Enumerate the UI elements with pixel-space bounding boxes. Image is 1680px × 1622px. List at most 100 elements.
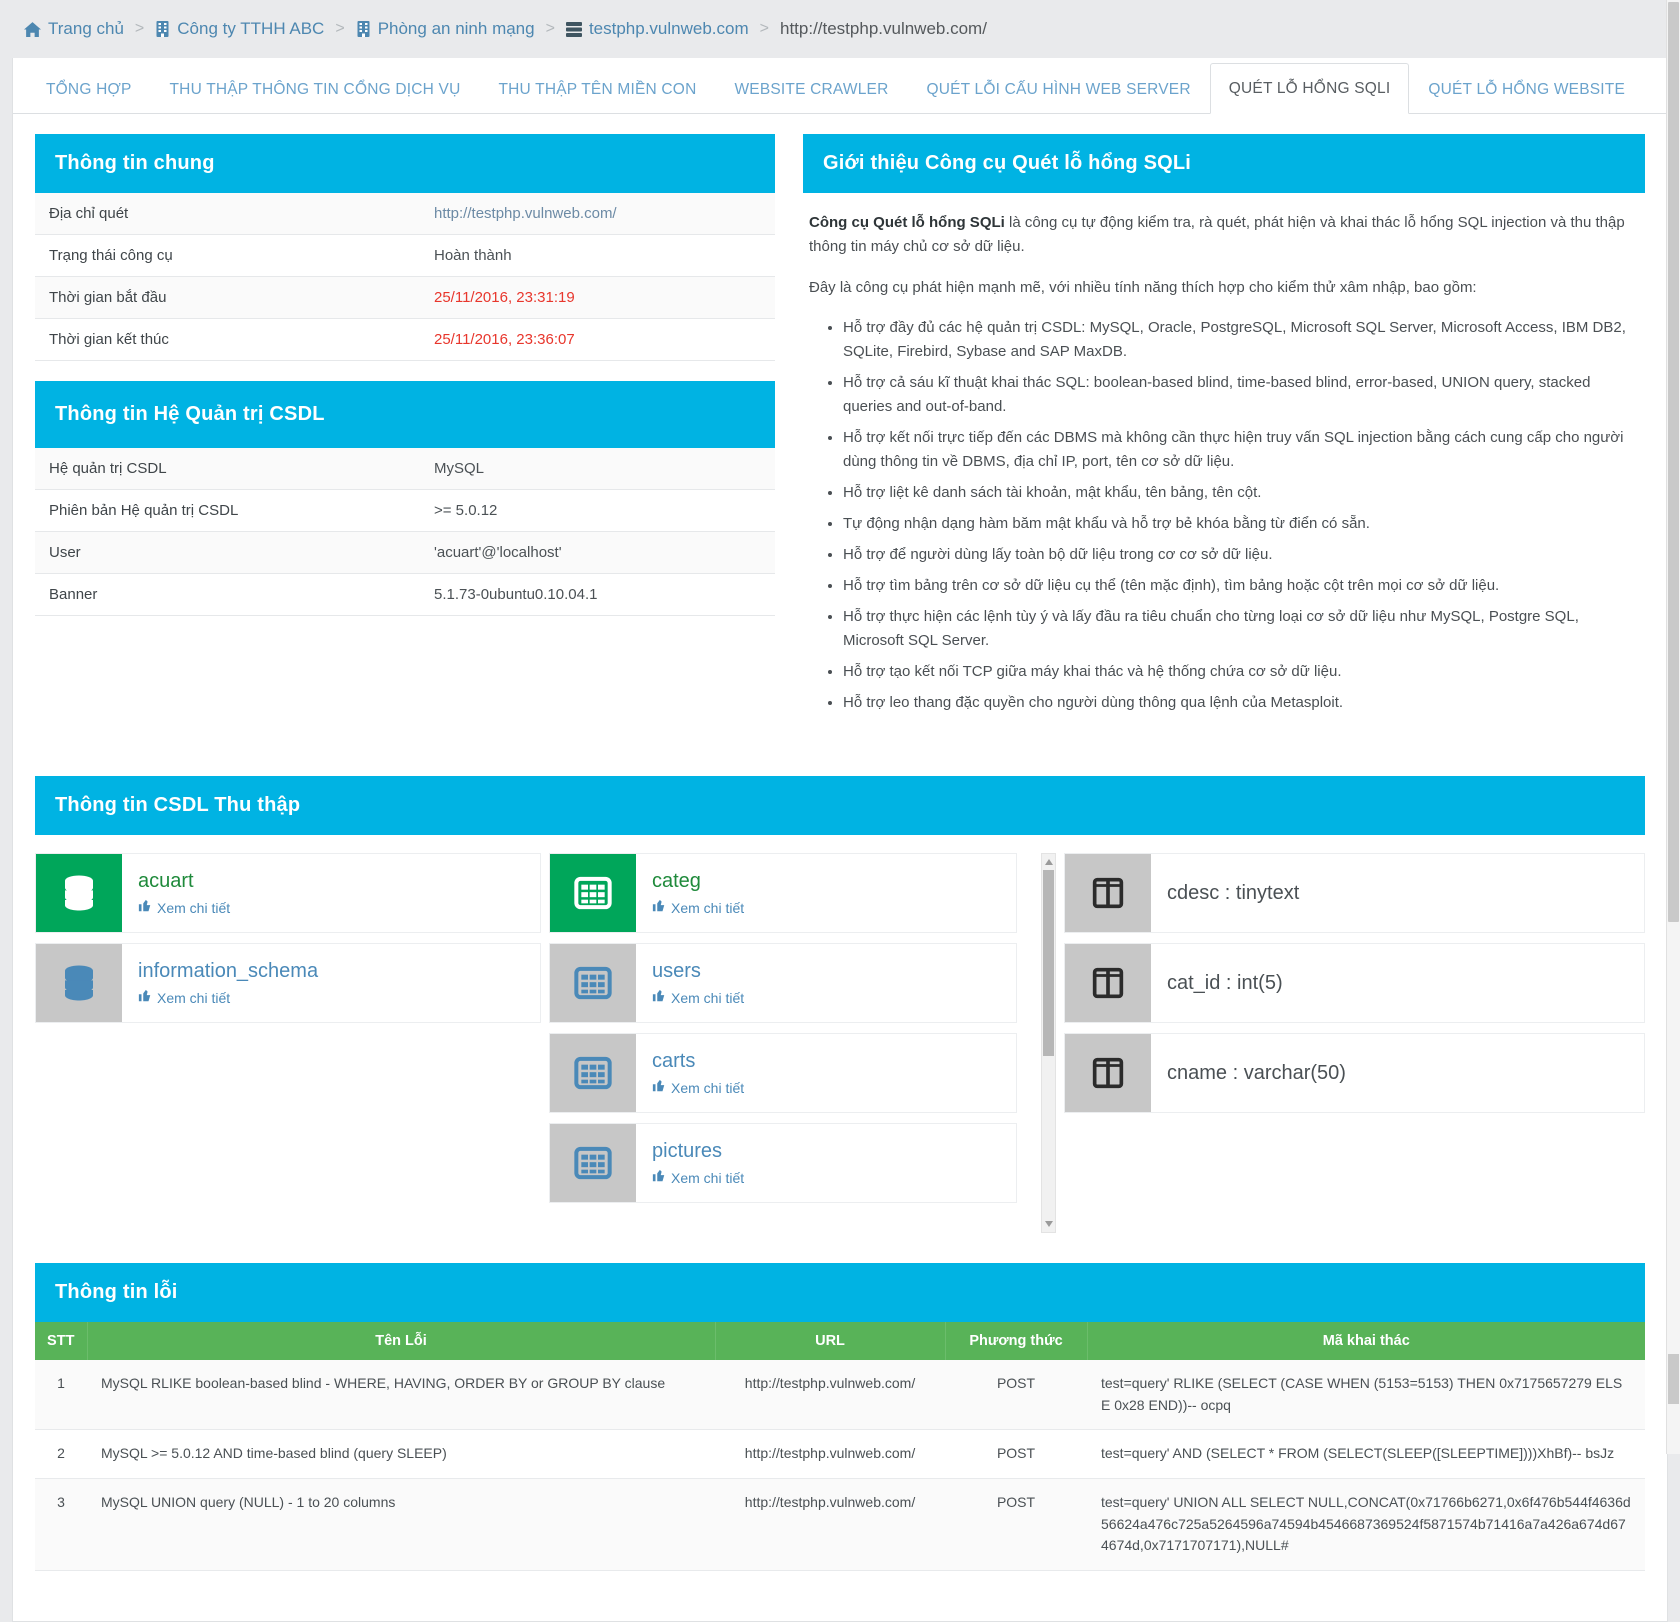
tab-quet-lo-hong-website[interactable]: QUÉT LỖ HỔNG WEBSITE [1409, 64, 1644, 114]
column-icon [1065, 1033, 1151, 1112]
breadcrumb-separator: > [759, 20, 769, 37]
general-key-status: Trạng thái công cụ [49, 247, 173, 264]
breadcrumb-label-department: Phòng an ninh mạng [377, 19, 535, 38]
column-name: cat_id : int(5) [1167, 971, 1283, 994]
list-item: Hỗ trợ để người dùng lấy toàn bộ dữ liệu… [843, 543, 1641, 567]
column-list-scrollbar[interactable] [1041, 852, 1056, 1233]
column-card-cat-id[interactable]: cat_id : int(5) [1064, 942, 1645, 1023]
table-detail-label: Xem chi tiết [671, 989, 745, 1006]
general-value-end-time: 25/11/2016, 23:36:07 [434, 331, 575, 348]
page-scrollbar-thumb[interactable] [1668, 2, 1679, 922]
breadcrumb-item-department[interactable]: Phòng an ninh mạng [356, 19, 535, 39]
general-key-end-time: Thời gian kết thúc [49, 331, 169, 348]
list-item: Hỗ trợ tạo kết nối TCP giữa máy khai thá… [843, 660, 1641, 684]
column-card-cdesc[interactable]: cdesc : tinytext [1064, 852, 1645, 933]
page-scrollbar[interactable] [1666, 0, 1680, 1454]
database-list: acuart Xem chi tiết information_schema X… [35, 852, 541, 1233]
errors-header-method: Phương thức [945, 1321, 1088, 1360]
column-icon [1065, 943, 1151, 1022]
error-name: MySQL UNION query (NULL) - 1 to 20 colum… [87, 1478, 715, 1572]
table-detail-label: Xem chi tiết [671, 1169, 745, 1186]
list-item: Hỗ trợ cả sáu kĩ thuật khai thác SQL: bo… [843, 371, 1641, 419]
table-card-body: carts Xem chi tiết [636, 1034, 760, 1112]
tab-thu-thap-cong-dich-vu[interactable]: THU THẬP THÔNG TIN CỔNG DỊCH VỤ [151, 64, 480, 114]
database-name: acuart [138, 870, 194, 893]
table-card-carts[interactable]: carts Xem chi tiết [549, 1032, 1017, 1113]
error-method: POST [945, 1478, 1087, 1572]
scroll-down-arrow-icon[interactable] [1045, 1220, 1053, 1227]
list-item: Hỗ trợ liệt kê danh sách tài khoản, mật … [843, 481, 1641, 505]
table-detail-link[interactable]: Xem chi tiết [652, 1169, 744, 1186]
tab-thu-thap-ten-mien-con[interactable]: THU THẬP TÊN MIỀN CON [479, 64, 715, 114]
right-column: Giới thiệu Công cụ Quét lỗ hổng SQLi Côn… [803, 134, 1645, 750]
error-code: test=query' RLIKE (SELECT (CASE WHEN (51… [1087, 1359, 1645, 1431]
collected-db-body: acuart Xem chi tiết information_schema X… [35, 835, 1645, 1233]
table-detail-link[interactable]: Xem chi tiết [652, 899, 744, 916]
table-icon [550, 1123, 636, 1202]
building-icon [356, 21, 371, 37]
breadcrumb-item-company[interactable]: Công ty TTHH ABC [155, 19, 324, 39]
list-item: Hỗ trợ đầy đủ các hệ quản trị CSDL: MySQ… [843, 316, 1641, 364]
dbms-info-table: Hệ quản trị CSDL MySQL Phiên bản Hệ quản… [35, 448, 775, 616]
table-row: User 'acuart'@'localhost' [35, 531, 775, 574]
table-card-pictures[interactable]: pictures Xem chi tiết [549, 1122, 1017, 1203]
panel-dbms-info: Thông tin Hệ Quản trị CSDL Hệ quản trị C… [35, 381, 775, 616]
intro-lead: Công cụ Quét lỗ hổng SQLi là công cụ tự … [809, 211, 1641, 260]
thumbs-up-icon [652, 1169, 666, 1186]
breadcrumb-item-home[interactable]: Trang chủ [24, 19, 124, 39]
thumbs-up-icon [652, 1079, 666, 1096]
error-stt: 3 [35, 1478, 87, 1572]
table-detail-link[interactable]: Xem chi tiết [652, 989, 744, 1006]
general-value-status: Hoàn thành [434, 247, 512, 264]
database-card-acuart[interactable]: acuart Xem chi tiết [35, 852, 541, 933]
database-card-information-schema[interactable]: information_schema Xem chi tiết [35, 942, 541, 1023]
general-key-start-time: Thời gian bắt đầu [49, 289, 167, 306]
breadcrumb: Trang chủ > Công ty TTHH ABC > Phòng an … [0, 0, 1680, 58]
column-card-body: cdesc : tinytext [1151, 854, 1315, 932]
thumbs-up-icon [652, 989, 666, 1006]
intro-feature-list: Hỗ trợ đầy đủ các hệ quản trị CSDL: MySQ… [809, 316, 1641, 715]
errors-header-url: URL [715, 1321, 946, 1360]
column-card-body: cname : varchar(50) [1151, 1034, 1362, 1112]
general-info-table: Địa chỉ quét http://testphp.vulnweb.com/… [35, 193, 775, 361]
database-name: information_schema [138, 960, 319, 983]
thumbs-up-icon [138, 989, 152, 1006]
panel-general-info-title: Thông tin chung [35, 134, 775, 193]
scrollbar-thumb[interactable] [1043, 869, 1054, 1056]
panel-general-info: Thông tin chung Địa chỉ quét http://test… [35, 134, 775, 361]
general-value-scan-url[interactable]: http://testphp.vulnweb.com/ [420, 193, 775, 235]
error-method: POST [945, 1429, 1087, 1479]
database-detail-link[interactable]: Xem chi tiết [138, 899, 230, 916]
table-card-categ[interactable]: categ Xem chi tiết [549, 852, 1017, 933]
table-row: 1 MySQL RLIKE boolean-based blind - WHER… [35, 1359, 1645, 1431]
tab-tong-hop[interactable]: TỔNG HỢP [27, 64, 151, 114]
panel-errors: Thông tin lỗi STT Tên Lỗi URL Phương thứ… [35, 1262, 1645, 1572]
thumbs-up-icon [138, 899, 152, 916]
page-scrollbar-thumb-secondary[interactable] [1668, 1354, 1679, 1404]
breadcrumb-item-host[interactable]: testphp.vulnweb.com [565, 19, 749, 39]
tab-website-crawler[interactable]: WEBSITE CRAWLER [715, 64, 907, 114]
tab-quet-loi-cau-hinh-web-server[interactable]: QUÉT LỖI CẤU HÌNH WEB SERVER [907, 64, 1209, 114]
table-detail-link[interactable]: Xem chi tiết [652, 1079, 744, 1096]
column-list: cdesc : tinytext cat_id : int(5) cname:… [1064, 852, 1645, 1233]
error-code: test=query' UNION ALL SELECT NULL,CONCAT… [1087, 1478, 1645, 1572]
table-name: carts [652, 1050, 696, 1073]
list-item: Hỗ trợ tìm bảng trên cơ sở dữ liệu cụ th… [843, 574, 1641, 598]
error-url: http://testphp.vulnweb.com/ [715, 1429, 945, 1479]
thumbs-up-icon [652, 899, 666, 916]
database-detail-link[interactable]: Xem chi tiết [138, 989, 318, 1006]
error-method: POST [945, 1359, 1087, 1431]
scroll-up-arrow-icon[interactable] [1045, 858, 1053, 865]
home-icon [24, 21, 41, 38]
table-icon [550, 853, 636, 932]
breadcrumb-label-url: http://testphp.vulnweb.com/ [779, 19, 987, 38]
tab-quet-lo-hong-sqli[interactable]: QUÉT LỖ HỔNG SQLI [1209, 63, 1410, 114]
error-url: http://testphp.vulnweb.com/ [715, 1478, 945, 1572]
error-stt: 1 [35, 1359, 87, 1431]
dbms-value-user: 'acuart'@'localhost' [434, 544, 562, 561]
table-row: Địa chỉ quét http://testphp.vulnweb.com/ [35, 193, 775, 235]
column-card-cname[interactable]: cname : varchar(50) [1064, 1032, 1645, 1113]
table-icon [550, 943, 636, 1022]
table-card-users[interactable]: users Xem chi tiết [549, 942, 1017, 1023]
list-item: Hỗ trợ leo thang đặc quyền cho người dùn… [843, 691, 1641, 715]
